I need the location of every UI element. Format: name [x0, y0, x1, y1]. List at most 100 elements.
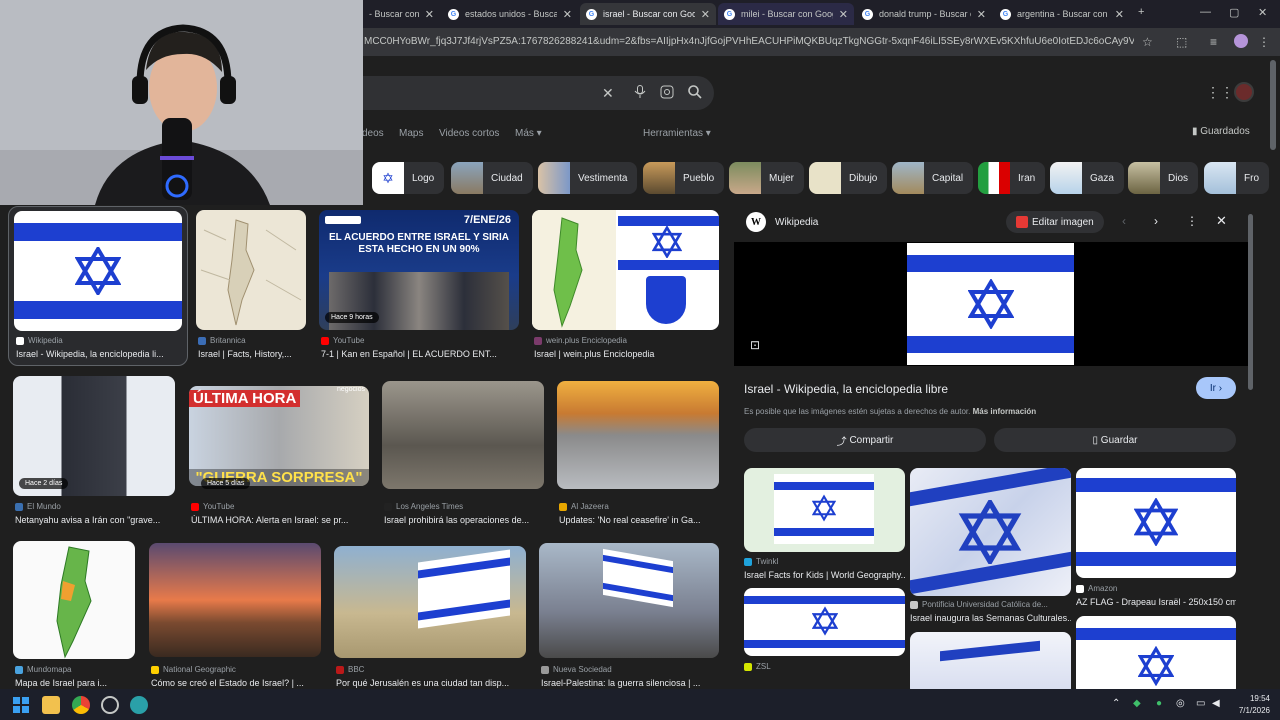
image-result[interactable]: Wikipedia Israel - Wikipedia, la enciclo…	[14, 211, 182, 361]
image-result[interactable]: Los Angeles Times Israel prohibirá las o…	[382, 381, 544, 526]
related-image[interactable]: Pontificia Universidad Católica de... Is…	[910, 468, 1071, 628]
preview-title[interactable]: Israel - Wikipedia, la enciclopedia libr…	[744, 382, 948, 396]
obs-icon[interactable]	[101, 696, 119, 714]
lens-icon[interactable]: ⊡	[750, 338, 760, 352]
minimize-icon[interactable]: —	[1200, 6, 1211, 18]
panel-source[interactable]: Wikipedia	[775, 217, 818, 228]
result-caption[interactable]: 7-1 | Kan en Español | EL ACUERDO ENT...	[321, 349, 519, 359]
result-caption[interactable]: Cómo se creó el Estado de Israel? | ...	[151, 678, 321, 688]
edit-image-button[interactable]: Editar imagen	[1006, 211, 1104, 233]
microphone-icon[interactable]: ●	[1156, 698, 1162, 709]
system-clock[interactable]: 19:54 7/1/2026	[1226, 693, 1270, 717]
close-tab-icon[interactable]: ✕	[563, 8, 572, 21]
search-icon[interactable]	[688, 85, 702, 102]
image-result[interactable]: Britannica Israel | Facts, History,...	[196, 210, 306, 362]
file-explorer-icon[interactable]	[42, 696, 60, 714]
related-image[interactable]: ZSL	[744, 588, 905, 676]
new-tab-icon[interactable]: +	[1138, 6, 1144, 18]
chip[interactable]: Pueblo	[643, 162, 725, 194]
image-result[interactable]: Nueva Sociedad Israel-Palestina: la guer…	[539, 543, 719, 691]
panel-scrollbar[interactable]	[1248, 214, 1253, 390]
browser-profile-avatar[interactable]	[1234, 34, 1248, 48]
next-image-icon[interactable]: ›	[1154, 214, 1158, 228]
bookmark-star-icon[interactable]: ☆	[1142, 35, 1153, 49]
image-result[interactable]: 7/ENE/26 EL ACUERDO ENTRE ISRAEL Y SIRIA…	[319, 210, 519, 362]
chip[interactable]: Vestimenta	[538, 162, 638, 194]
close-tab-icon[interactable]: ✕	[1115, 8, 1124, 21]
related-image[interactable]	[910, 632, 1071, 696]
browser-tab[interactable]: G milei - Buscar con Google ✕	[718, 3, 854, 25]
save-button[interactable]: ▯ Guardar	[994, 428, 1236, 452]
result-caption[interactable]: Mapa de Israel para i...	[15, 678, 135, 688]
image-result[interactable]: National Geographic Cómo se creó el Esta…	[149, 543, 321, 691]
page-scrollbar[interactable]	[1270, 60, 1276, 150]
close-tab-icon[interactable]: ✕	[977, 8, 986, 21]
more-options-icon[interactable]: ⋮	[1186, 214, 1198, 228]
browser-tab[interactable]: - Buscar con G ✕	[363, 3, 440, 25]
nav-videos[interactable]: deos	[362, 128, 384, 139]
close-tab-icon[interactable]: ✕	[425, 8, 434, 21]
preview-flag-image[interactable]	[907, 243, 1074, 365]
account-avatar[interactable]	[1234, 82, 1254, 102]
nav-tools[interactable]: Herramientas ▾	[643, 128, 711, 139]
chip[interactable]: Dibujo	[809, 162, 888, 194]
chip[interactable]: Capital	[892, 162, 974, 194]
chrome-icon[interactable]	[72, 696, 90, 714]
close-panel-icon[interactable]: ✕	[1216, 213, 1227, 229]
clear-search-icon[interactable]: ✕	[602, 85, 614, 102]
nav-short-videos[interactable]: Videos cortos	[439, 128, 499, 139]
nav-more[interactable]: Más ▾	[515, 128, 542, 139]
result-caption[interactable]: Israel | Facts, History,...	[198, 349, 306, 359]
result-caption[interactable]: Netanyahu avisa a Irán con "grave...	[15, 515, 175, 525]
related-image[interactable]: Amazon AZ FLAG - Drapeau Israël - 250x15…	[1076, 468, 1236, 608]
chip[interactable]: Ciudad	[451, 162, 533, 194]
voice-search-icon[interactable]	[634, 85, 646, 102]
maximize-icon[interactable]: ▢	[1229, 6, 1239, 19]
browser-tab[interactable]: G donald trump - Buscar co ✕	[856, 3, 992, 25]
prev-image-icon[interactable]: ‹	[1122, 214, 1126, 228]
url-field[interactable]: MCC0HYoBWr_fjq3J7Jf4rjVsPZ5A:17678262882…	[364, 36, 1134, 47]
result-caption[interactable]: Por qué Jerusalén es una ciudad tan disp…	[336, 678, 526, 688]
visit-button[interactable]: Ir ›	[1196, 377, 1236, 399]
tray-chevron-icon[interactable]: ⌃	[1112, 698, 1120, 709]
chip[interactable]: Iran	[978, 162, 1046, 194]
image-result[interactable]: BBC Por qué Jerusalén es una ciudad tan …	[334, 546, 526, 691]
extensions-icon[interactable]: ⬚	[1176, 35, 1187, 49]
result-caption[interactable]: Israel prohibirá las operaciones de...	[384, 515, 544, 525]
chip[interactable]: Dios	[1128, 162, 1199, 194]
media-icon[interactable]: ≡	[1210, 35, 1217, 49]
windows-start-icon[interactable]	[12, 696, 30, 714]
browser-menu-icon[interactable]: ⋮	[1258, 35, 1270, 49]
result-caption[interactable]: Israel inaugura las Semanas Culturales..…	[910, 613, 1071, 623]
result-caption[interactable]: Israel | wein.plus Enciclopedia	[534, 349, 719, 359]
result-caption[interactable]: Updates: 'No real ceasefire' in Ga...	[559, 515, 719, 525]
more-info-link[interactable]: Más información	[973, 407, 1037, 416]
search-input[interactable]: ✕	[340, 76, 714, 110]
image-result[interactable]: wein.plus Enciclopedia Israel | wein.plu…	[532, 210, 719, 362]
saved-link[interactable]: ▮ Guardados	[1192, 126, 1250, 137]
tray-app-icon[interactable]: ◆	[1133, 698, 1141, 709]
app-icon[interactable]	[130, 696, 148, 714]
result-caption[interactable]: Israel - Wikipedia, la enciclopedia li..…	[16, 349, 182, 359]
image-result[interactable]: Mundomapa Mapa de Israel para i...	[13, 541, 135, 691]
share-button[interactable]: ⤴ Compartir	[744, 428, 986, 452]
close-tab-icon[interactable]: ✕	[701, 8, 710, 21]
chip[interactable]: ✡ Logo	[372, 162, 445, 194]
chip[interactable]: Mujer	[729, 162, 805, 194]
close-tab-icon[interactable]: ✕	[839, 8, 848, 21]
related-image[interactable]	[1076, 616, 1236, 696]
lens-search-icon[interactable]	[660, 85, 674, 102]
image-result[interactable]: ÚLTIMA HORA negocios "GUERRA SORPRESA" H…	[189, 386, 369, 526]
network-icon[interactable]: ▭	[1196, 698, 1205, 709]
browser-tab[interactable]: G estados unidos - Buscar c ✕	[442, 3, 578, 25]
wifi-icon[interactable]: ◎	[1176, 698, 1185, 709]
browser-tab[interactable]: G argentina - Buscar con Go ✕	[994, 3, 1130, 25]
browser-tab-active[interactable]: G israel - Buscar con Google ✕	[580, 3, 716, 25]
result-caption[interactable]: Israel Facts for Kids | World Geography.…	[744, 570, 905, 580]
close-window-icon[interactable]: ✕	[1258, 6, 1267, 19]
volume-icon[interactable]: ◀	[1212, 698, 1220, 709]
nav-maps[interactable]: Maps	[399, 128, 423, 139]
image-result[interactable]: Hace 2 días El Mundo Netanyahu avisa a I…	[13, 376, 175, 526]
image-result[interactable]: Al Jazeera Updates: 'No real ceasefire' …	[557, 381, 719, 526]
result-caption[interactable]: Israel-Palestina: la guerra silenciosa |…	[541, 678, 719, 688]
